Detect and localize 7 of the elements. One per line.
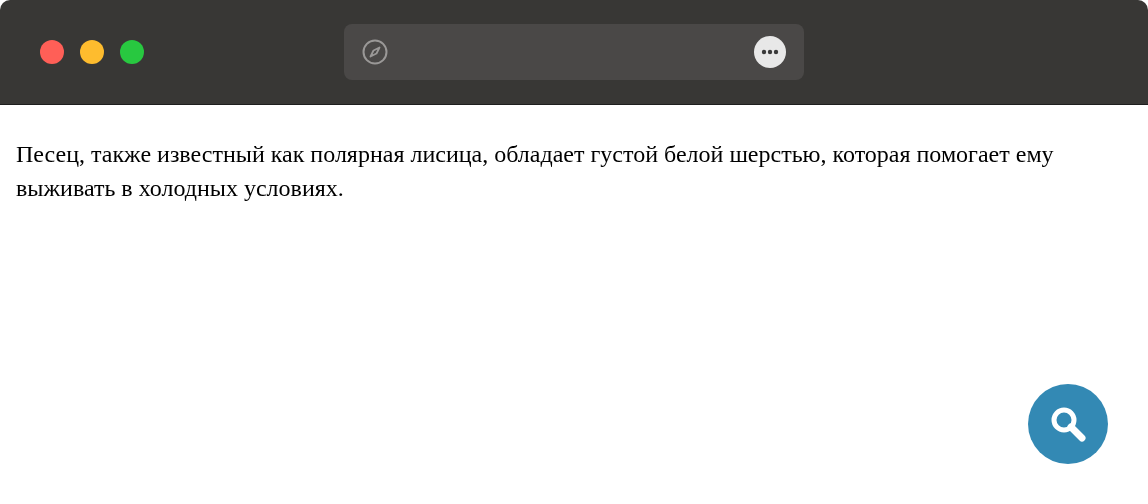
window-control[interactable] [80, 40, 104, 64]
address-bar[interactable] [344, 24, 804, 80]
more-icon[interactable] [754, 36, 786, 68]
window-control[interactable] [120, 40, 144, 64]
compass-icon [362, 39, 388, 65]
paragraph: Песец, также известный как полярная лисица, обладает густой белой шерстью, которая помогает ему выживать в холодных условиях. [16, 140, 1055, 203]
window-control[interactable] [40, 40, 64, 64]
